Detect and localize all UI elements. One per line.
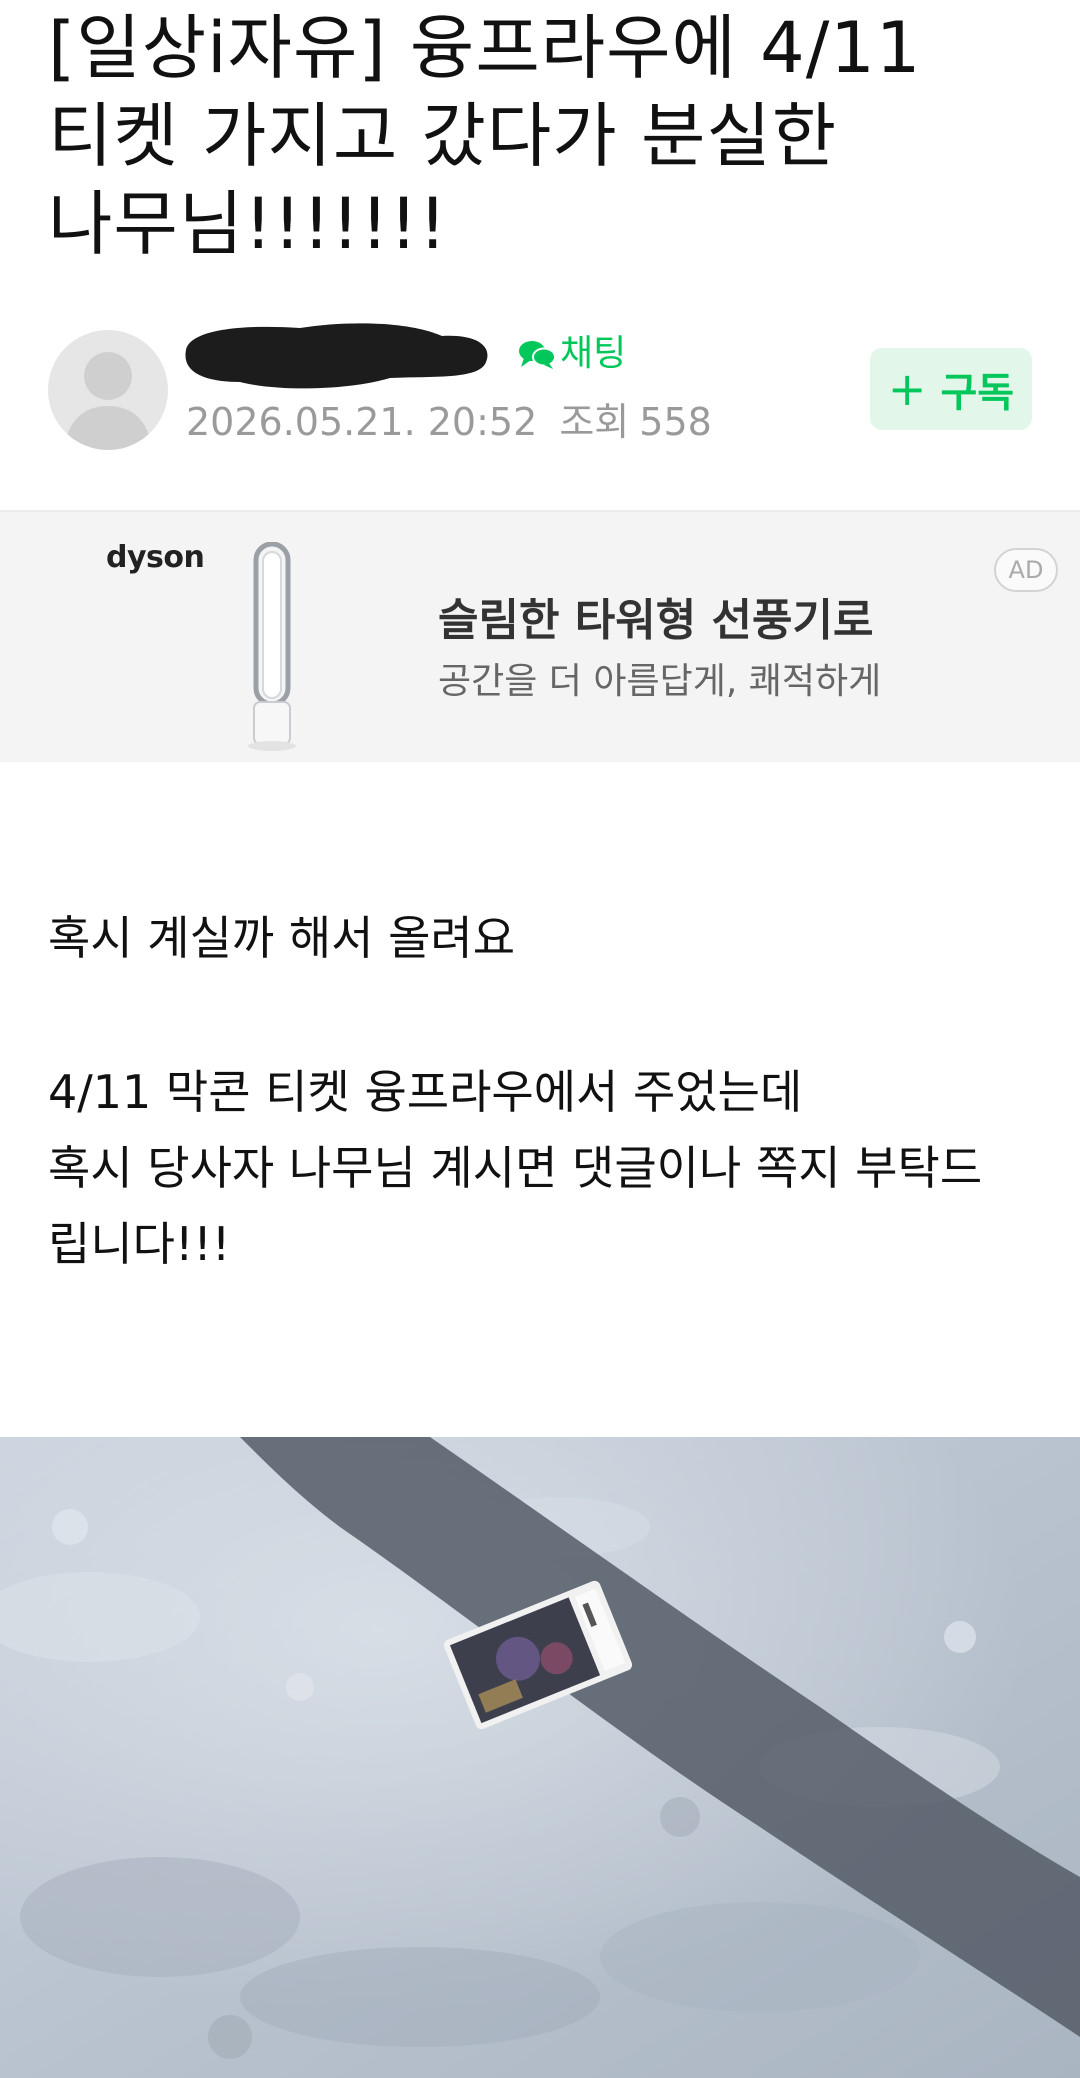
- post-photo[interactable]: [0, 1437, 1080, 2078]
- default-profile-icon: [64, 352, 152, 450]
- views-count: 558: [639, 400, 712, 444]
- ad-subline: 공간을 더 아름답게, 쾌적하게: [438, 661, 882, 702]
- chat-label: 채팅: [560, 333, 627, 374]
- ad-banner[interactable]: dyson 슬림한 타워형 선풍기로 공간을 더 아름답게, 쾌적하게 AD: [0, 510, 1080, 762]
- chat-link[interactable]: 채팅: [518, 334, 626, 374]
- avatar[interactable]: [48, 330, 168, 450]
- post-title: [일상i자유] 융프라우에 4/11 티켓 가지고 갔다가 분실한 나무님!!!…: [48, 7, 922, 265]
- body-line-3: 혹시 당사자 나무님 계시면 댓글이나 쪽지 부탁드: [48, 1141, 983, 1195]
- snow-ticket-photo: [0, 1437, 1080, 2078]
- subscribe-button[interactable]: + 구독: [870, 348, 1032, 430]
- views-label: 조회: [559, 400, 630, 444]
- body-line-1: 혹시 계실까 해서 올려요: [48, 911, 516, 965]
- ad-headline: 슬림한 타워형 선풍기로: [438, 595, 874, 646]
- post-page: [일상i자유] 융프라우에 4/11 티켓 가지고 갔다가 분실한 나무님!!!…: [0, 0, 1080, 2078]
- author-row: 채팅 2026.05.21. 20:52 조회 558 + 구독: [0, 318, 1080, 458]
- tower-fan-product-image: [248, 542, 296, 751]
- speech-bubbles-icon: [519, 341, 556, 369]
- post-meta: 2026.05.21. 20:52 조회 558: [186, 398, 722, 446]
- subscribe-label: 구독: [940, 370, 1015, 416]
- body-line-4: 립니다!!!: [48, 1217, 231, 1271]
- plus-icon: +: [887, 362, 927, 416]
- body-line-2: 4/11 막콘 티켓 융프라우에서 주었는데: [48, 1065, 803, 1119]
- redacted-author-name: [185, 323, 488, 389]
- post-date: 2026.05.21. 20:52: [186, 400, 538, 444]
- ad-badge[interactable]: AD: [994, 548, 1058, 592]
- ad-brand-logo: dyson: [106, 540, 205, 575]
